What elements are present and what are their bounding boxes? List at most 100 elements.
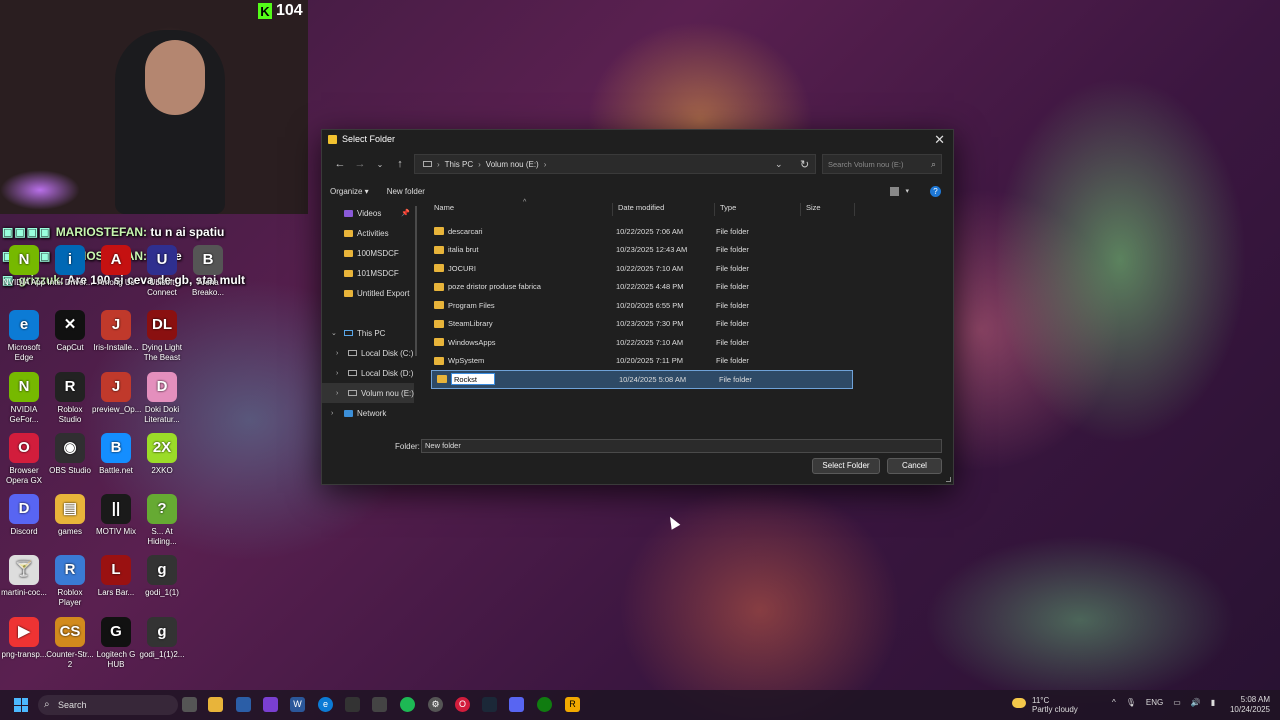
desktop-icon[interactable]: B Battle.net [92, 433, 140, 476]
desktop-icon[interactable]: ? S... At Hiding... [138, 494, 186, 547]
new-folder-button[interactable]: New folder [387, 187, 425, 196]
table-row[interactable]: SteamLibrary 10/23/2025 7:30 PM File folde… [429, 315, 949, 334]
language-indicator[interactable]: ENG [1146, 698, 1163, 707]
nav-item-activities[interactable]: Activities [322, 223, 414, 243]
select-folder-button[interactable]: Select Folder [812, 458, 880, 474]
column-name[interactable]: Name [429, 203, 613, 216]
table-row[interactable]: italia brut 10/23/2025 12:43 AM File folde… [429, 241, 949, 260]
network-status-icon[interactable]: ▭ [1173, 698, 1181, 707]
recent-locations-chevron-icon[interactable]: ⌄ [370, 160, 390, 169]
desktop-icon[interactable]: g godi_1(1)2... [138, 617, 186, 660]
refresh-icon[interactable]: ↻ [800, 158, 809, 171]
address-dropdown-icon[interactable]: ⌄ [775, 159, 783, 170]
nav-item-untitled-export[interactable]: Untitled Export [322, 283, 414, 303]
nav-item-network[interactable]: › Network [322, 403, 414, 423]
close-icon[interactable]: ✕ [934, 132, 945, 148]
desktop-icon[interactable]: || MOTIV Mix [92, 494, 140, 537]
nav-item-100msdcf[interactable]: 100MSDCF [322, 243, 414, 263]
desktop-icon[interactable]: e Microsoft Edge [0, 310, 48, 363]
desktop-icon[interactable]: R Roblox Studio [46, 372, 94, 425]
column-type[interactable]: Type [715, 203, 801, 216]
task-view-icon[interactable] [182, 697, 197, 712]
opera-gx-icon[interactable]: O [455, 697, 470, 712]
microphone-icon[interactable]: 🎙 [1126, 698, 1136, 707]
nav-item-101msdcf[interactable]: 101MSDCF [322, 263, 414, 283]
rename-input[interactable] [451, 373, 495, 386]
nav-item-volum-nou-e[interactable]: › Volum nou (E:) [322, 383, 414, 403]
folder-field[interactable]: New folder [421, 439, 942, 453]
breadcrumb-volume-e[interactable]: Volum nou (E:) [486, 160, 539, 169]
chevron-right-icon[interactable]: › [478, 160, 481, 169]
nav-item-local-disk-c[interactable]: › Local Disk (C:) [322, 343, 414, 363]
up-arrow-icon[interactable]: ↑ [390, 158, 410, 170]
desktop-icon[interactable]: J Iris-Installe... [92, 310, 140, 353]
table-row[interactable]: JOCURI 10/22/2025 7:10 AM File folder [429, 259, 949, 278]
desktop-icon[interactable]: ◉ OBS Studio [46, 433, 94, 476]
table-row[interactable]: descarcari 10/22/2025 7:06 AM File folder [429, 222, 949, 241]
chevron-down-icon[interactable]: ⌄ [331, 329, 337, 337]
table-row[interactable]: poze dristor produse fabrica 10/22/2025 4… [429, 278, 949, 297]
table-row[interactable]: WpSystem 10/20/2025 7:11 PM File folder [429, 352, 949, 371]
clock[interactable]: 5:08 AM 10/24/2025 [1230, 695, 1270, 715]
back-arrow-icon[interactable]: ← [330, 158, 350, 170]
address-bar[interactable]: › This PC › Volum nou (E:) › [414, 154, 816, 174]
desktop-icon[interactable]: g godi_1(1) [138, 555, 186, 598]
forward-arrow-icon[interactable]: → [350, 158, 370, 170]
tray-overflow-icon[interactable]: ^ [1112, 698, 1116, 707]
desktop-icon[interactable]: ▤ games [46, 494, 94, 537]
desktop-icon[interactable]: ✕ CapCut [46, 310, 94, 353]
spotify-icon[interactable] [400, 697, 415, 712]
nav-item-this-pc[interactable]: ⌄ This PC [322, 323, 414, 343]
desktop-icon[interactable]: DL Dying Light The Beast [138, 310, 186, 363]
app-icon[interactable] [236, 697, 251, 712]
volume-icon[interactable]: 🔊 [1191, 698, 1201, 707]
nav-pane-scrollbar[interactable] [415, 206, 417, 356]
chevron-right-icon[interactable]: › [544, 160, 547, 169]
resize-grip-icon[interactable] [946, 477, 951, 482]
desktop-icon[interactable]: L Lars Bar... [92, 555, 140, 598]
app-icon[interactable] [263, 697, 278, 712]
desktop-icon[interactable]: A Among Us [92, 245, 140, 288]
cancel-button[interactable]: Cancel [887, 458, 942, 474]
desktop-icon[interactable]: U Ubisoft Connect [138, 245, 186, 298]
breadcrumb-this-pc[interactable]: This PC [445, 160, 473, 169]
app-icon[interactable] [345, 697, 360, 712]
xbox-icon[interactable] [537, 697, 552, 712]
weather-widget[interactable]: 11°C Partly cloudy [1012, 696, 1078, 714]
column-date-modified[interactable]: Date modified [613, 203, 715, 216]
desktop-icon[interactable]: i Intel Driver... [46, 245, 94, 288]
desktop-icon[interactable]: B Arena Breako... [184, 245, 232, 298]
steam-icon[interactable] [482, 697, 497, 712]
desktop-icon[interactable]: G Logitech G HUB [92, 617, 140, 670]
nav-item-local-disk-d[interactable]: › Local Disk (D:) [322, 363, 414, 383]
table-row[interactable]: Program Files 10/20/2025 6:55 PM File fold… [429, 296, 949, 315]
desktop-icon[interactable]: Jpreview_Op... [92, 372, 141, 415]
view-options-icon[interactable] [890, 186, 899, 196]
chevron-right-icon[interactable]: › [437, 160, 440, 169]
table-row-renaming[interactable]: 10/24/2025 5:08 AM File folder [431, 370, 853, 389]
help-icon[interactable]: ? [930, 185, 941, 197]
windows-start-icon[interactable] [14, 698, 28, 712]
desktop-icon[interactable]: ▶ png-transp... [0, 617, 48, 660]
desktop-icon[interactable]: R Roblox Player [46, 555, 94, 608]
desktop-icon[interactable]: N NVIDIA App [0, 245, 48, 288]
chevron-right-icon[interactable]: › [336, 370, 338, 377]
rockstar-launcher-icon[interactable]: R [565, 697, 580, 712]
file-explorer-icon[interactable] [208, 697, 223, 712]
store-icon[interactable] [372, 697, 387, 712]
taskbar-search[interactable]: ⌕ Search [38, 695, 178, 715]
edge-icon[interactable]: e [318, 697, 333, 712]
chevron-right-icon[interactable]: › [331, 410, 333, 417]
desktop-icon[interactable]: O Browser Opera GX [0, 433, 48, 486]
desktop-icon[interactable]: D Discord [0, 494, 48, 537]
nav-item-videos[interactable]: Videos 📌 [322, 203, 414, 223]
view-dropdown-icon[interactable]: ▾ [905, 187, 909, 195]
discord-icon[interactable] [509, 697, 524, 712]
chevron-right-icon[interactable]: › [336, 350, 338, 357]
search-input[interactable]: Search Volum nou (E:) ⌕ [822, 154, 942, 174]
desktop-icon[interactable]: 🍸 martini-coc... [0, 555, 48, 598]
chevron-right-icon[interactable]: › [336, 390, 338, 397]
desktop-icon[interactable]: 2X 2XKO [138, 433, 186, 476]
desktop-icon[interactable]: N NVIDIA GeFor... [0, 372, 48, 425]
column-size[interactable]: Size [801, 203, 855, 216]
